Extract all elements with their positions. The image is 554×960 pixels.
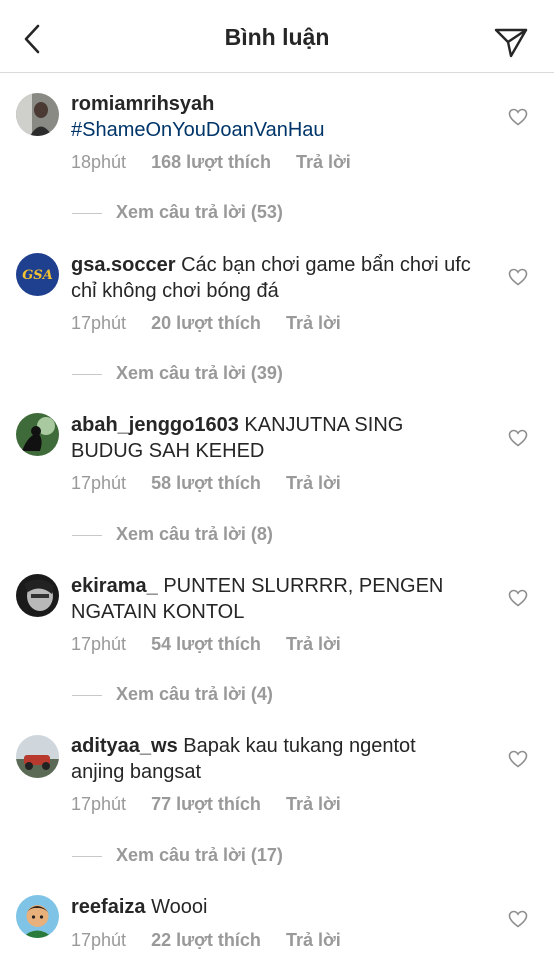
avatar[interactable] [16,895,59,938]
view-replies-label: Xem câu trả lời (4) [116,684,273,704]
avatar[interactable] [16,574,59,617]
heart-outline-icon [508,429,528,447]
divider-line [72,373,102,375]
avatar[interactable]: GSA [16,253,59,296]
user-photo-icon [16,413,59,456]
view-replies-button[interactable]: Xem câu trả lời (4) [72,684,273,705]
reply-button[interactable]: Trả lời [296,152,351,172]
comment-meta: 17phút 54 lượt thích Trả lời [71,634,361,655]
divider-line [72,694,102,696]
cartoon-avatar-icon [16,895,59,938]
comment-time: 17phút [71,930,127,950]
comment-time: 17phút [71,794,127,814]
reply-button[interactable]: Trả lời [286,794,341,814]
comment-meta: 18phút 168 lượt thích Trả lời [71,152,371,173]
avatar[interactable] [16,413,59,456]
page-title: Bình luận [224,24,330,50]
view-replies-button[interactable]: Xem câu trả lời (53) [72,202,283,223]
view-replies-label: Xem câu trả lời (39) [116,363,283,383]
like-count[interactable]: 54 lượt thích [151,634,261,654]
comment-meta: 17phút 58 lượt thích Trả lời [71,473,361,494]
user-photo-icon [16,735,59,778]
comment-username[interactable]: abah_jenggo1603 [71,414,239,436]
reply-button[interactable]: Trả lời [286,473,341,493]
heart-outline-icon [508,589,528,607]
top-bar: Bình luận [0,0,554,73]
comment-meta: 17phút 77 lượt thích Trả lời [71,794,361,815]
comment-text: gsa.soccer Các bạn chơi game bẩn chơi uf… [71,252,471,304]
avatar[interactable] [16,93,59,136]
heart-outline-icon [508,108,528,126]
send-button[interactable] [492,22,532,62]
view-replies-button[interactable]: Xem câu trả lời (8) [72,524,273,545]
like-count[interactable]: 168 lượt thích [151,152,271,172]
reply-button[interactable]: Trả lời [286,930,341,950]
divider-line [72,212,102,214]
like-button[interactable] [508,268,528,286]
comment-text: reefaiza Woooi [71,894,471,920]
comment-time: 17phút [71,634,127,654]
like-count[interactable]: 22 lượt thích [151,930,261,950]
reply-button[interactable]: Trả lời [286,634,341,654]
comment-time: 18phút [71,152,127,172]
comment-time: 17phút [71,313,127,333]
like-count[interactable]: 20 lượt thích [151,313,261,333]
like-button[interactable] [508,108,528,126]
heart-outline-icon [508,910,528,928]
comment-username[interactable]: romiamrihsyah [71,93,214,115]
comment-body: Woooi [151,896,208,918]
like-button[interactable] [508,589,528,607]
view-replies-label: Xem câu trả lời (8) [116,524,273,544]
comment-text: adityaa_ws Bapak kau tukang ngentot anji… [71,733,471,785]
comment-username[interactable]: reefaiza [71,896,146,918]
divider-line [72,534,102,536]
comment-username[interactable]: gsa.soccer [71,254,176,276]
svg-text:GSA: GSA [22,268,53,283]
divider-line [72,855,102,857]
comment-username[interactable]: ekirama_ [71,575,158,597]
view-replies-button[interactable]: Xem câu trả lời (39) [72,363,283,384]
like-count[interactable]: 58 lượt thích [151,473,261,493]
view-replies-label: Xem câu trả lời (17) [116,845,283,865]
comment-text: abah_jenggo1603 KANJUTNA SING BUDUG SAH … [71,412,471,464]
comment-text: ekirama_ PUNTEN SLURRRR, PENGEN NGATAIN … [71,573,471,625]
paper-plane-icon [494,28,528,58]
like-button[interactable] [508,910,528,928]
comment-time: 17phút [71,473,127,493]
like-button[interactable] [508,750,528,768]
hashtag-link[interactable]: #ShameOnYouDoanVanHau [71,119,325,141]
gsa-logo-icon: GSA [16,253,59,296]
comment-username[interactable]: adityaa_ws [71,735,178,757]
user-photo-icon [16,574,59,617]
comment-meta: 17phút 22 lượt thích Trả lời [71,930,361,951]
reply-button[interactable]: Trả lời [286,313,341,333]
heart-outline-icon [508,268,528,286]
avatar[interactable] [16,735,59,778]
view-replies-button[interactable]: Xem câu trả lời (17) [72,845,283,866]
comment-meta: 17phút 20 lượt thích Trả lời [71,313,361,334]
view-replies-label: Xem câu trả lời (53) [116,202,283,222]
comment-text: romiamrihsyah #ShameOnYouDoanVanHau [71,91,471,143]
like-button[interactable] [508,429,528,447]
like-count[interactable]: 77 lượt thích [151,794,261,814]
heart-outline-icon [508,750,528,768]
user-photo-icon [16,93,59,136]
